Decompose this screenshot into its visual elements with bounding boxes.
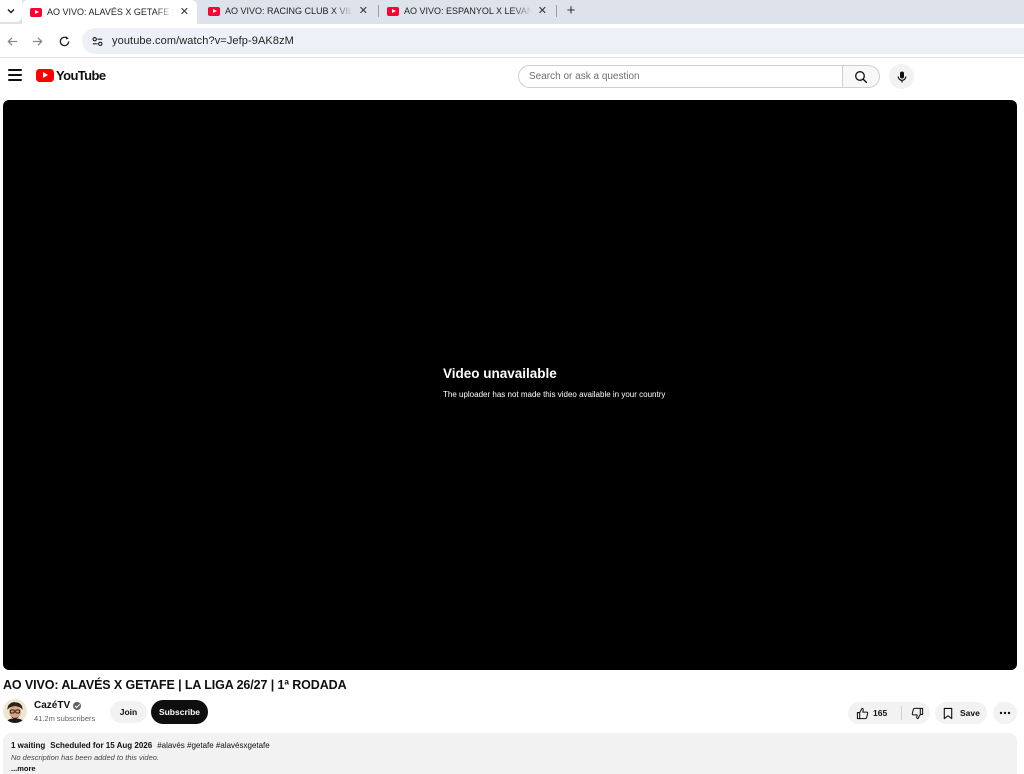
thumbs-up-icon [856, 707, 869, 719]
close-tab-icon[interactable]: ✕ [180, 6, 189, 18]
thumbs-down-icon [911, 707, 923, 719]
address-bar[interactable]: youtube.com/watch?v=Jefp-9AK8zM [82, 28, 1024, 54]
url-text: youtube.com/watch?v=Jefp-9AK8zM [112, 35, 294, 47]
save-button[interactable]: Save [935, 702, 987, 724]
new-tab-button[interactable]: + [562, 1, 580, 19]
site-settings-icon[interactable] [90, 34, 104, 48]
tab-search-button[interactable] [0, 0, 22, 22]
join-button[interactable]: Join [110, 701, 147, 723]
search-button[interactable] [842, 65, 880, 88]
description-meta: 1 waiting Scheduled for 15 Aug 2026 #ala… [11, 741, 1017, 750]
like-divider [901, 706, 902, 720]
forward-button[interactable] [28, 32, 46, 50]
back-button[interactable] [3, 32, 21, 50]
voice-search-button[interactable] [889, 64, 914, 89]
tab-separator [556, 5, 557, 17]
tab-title: AO VIVO: ESPANYOL X LEVANTE [404, 6, 532, 16]
search-placeholder: Search or ask a question [529, 71, 640, 82]
arrow-right-icon [32, 36, 43, 46]
browser-tab[interactable]: AO VIVO: RACING CLUB X VILLARREAL ✕ [200, 0, 376, 22]
more-actions-button[interactable] [993, 702, 1017, 724]
youtube-masthead: YouTube Search or ask a question [0, 59, 1024, 95]
player-error-title: Video unavailable [443, 366, 557, 381]
browser-tab[interactable]: AO VIVO: ESPANYOL X LEVANTE ✕ [379, 0, 555, 22]
youtube-logo[interactable]: YouTube [36, 67, 106, 83]
youtube-play-logo-icon [36, 68, 54, 82]
dislike-button[interactable] [904, 702, 930, 724]
arrow-left-icon [6, 36, 17, 46]
reload-button[interactable] [55, 32, 73, 50]
search-input[interactable]: Search or ask a question [518, 65, 842, 88]
player-error-message: The uploader has not made this video ava… [443, 390, 666, 399]
chevron-down-icon [7, 8, 15, 14]
youtube-favicon-icon [30, 7, 42, 17]
hamburger-menu-icon[interactable] [8, 69, 22, 81]
youtube-favicon-icon [208, 6, 220, 16]
tab-title: AO VIVO: ALAVÉS X GETAFE | LA LIGA 26/27… [47, 7, 174, 17]
show-more-link[interactable]: ...more [11, 764, 1017, 773]
plus-icon: + [566, 1, 576, 19]
close-tab-icon[interactable]: ✕ [538, 5, 547, 17]
close-tab-icon[interactable]: ✕ [359, 5, 368, 17]
like-dislike-group: 165 [848, 702, 930, 724]
avatar-image [3, 699, 27, 723]
tab-title: AO VIVO: RACING CLUB X VILLARREAL [225, 6, 353, 16]
waiting-count: 1 waiting [11, 741, 46, 750]
more-horizontal-icon [999, 711, 1011, 715]
no-description-text: No description has been added to this vi… [11, 753, 160, 762]
search-icon [855, 70, 868, 83]
save-label: Save [960, 708, 980, 718]
scheduled-date: Scheduled for 15 Aug 2026 [50, 741, 153, 750]
subscribe-button[interactable]: Subscribe [151, 700, 208, 724]
youtube-logo-text: YouTube [56, 67, 106, 83]
microphone-icon [897, 71, 906, 82]
channel-name-link[interactable]: CazéTV [34, 700, 82, 711]
hashtags[interactable]: #alavés #getafe #alavésxgetafe [157, 741, 270, 750]
browser-toolbar: youtube.com/watch?v=Jefp-9AK8zM [0, 24, 1024, 58]
like-count: 165 [873, 708, 888, 718]
browser-tab-active[interactable]: AO VIVO: ALAVÉS X GETAFE | LA LIGA 26/27… [22, 0, 197, 24]
video-title: AO VIVO: ALAVÉS X GETAFE | LA LIGA 26/27… [3, 678, 347, 692]
description-box[interactable]: 1 waiting Scheduled for 15 Aug 2026 #ala… [3, 733, 1017, 774]
verified-badge-icon [73, 701, 82, 710]
browser-tab-strip: AO VIVO: ALAVÉS X GETAFE | LA LIGA 26/27… [0, 0, 1024, 24]
youtube-favicon-icon [387, 6, 399, 16]
channel-avatar[interactable] [3, 699, 27, 723]
bookmark-icon [943, 707, 953, 719]
channel-name: CazéTV [34, 700, 71, 711]
video-player[interactable]: Video unavailable The uploader has not m… [3, 100, 1017, 670]
like-button[interactable]: 165 [848, 702, 895, 724]
reload-icon [59, 35, 69, 46]
subscriber-count: 41.2m subscribers [34, 714, 96, 723]
